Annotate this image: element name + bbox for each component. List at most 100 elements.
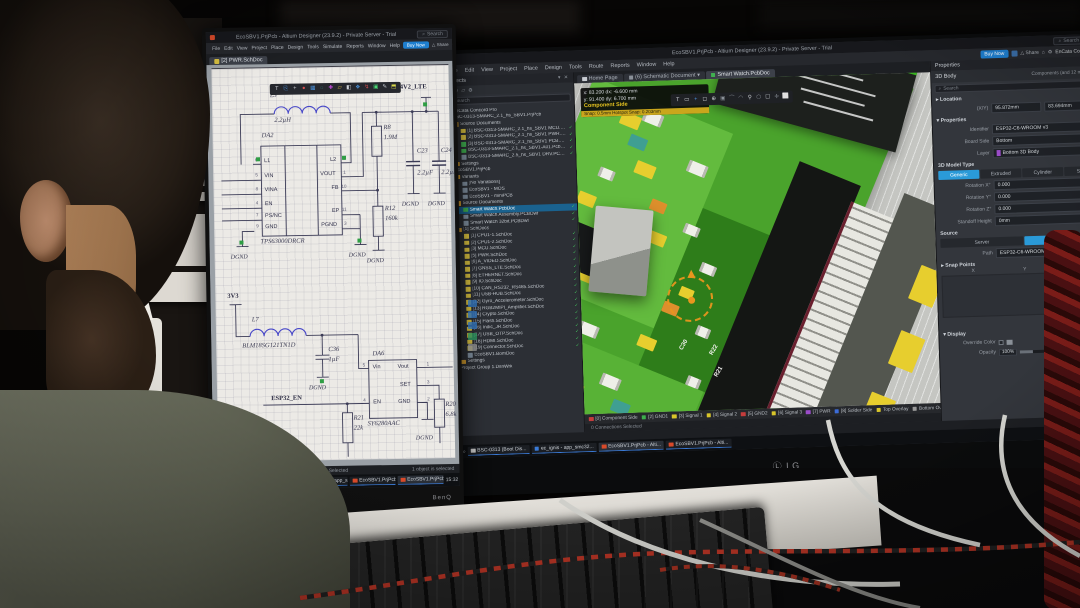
taskbar-app[interactable]: ec_ignis - app_smc32... [531,443,597,454]
menu-item[interactable]: Project [497,66,520,73]
document-icon [465,254,470,259]
titlebar-search[interactable]: ⌕ Search [1053,36,1080,45]
layer-tab[interactable]: [3] Signal 1 [672,413,703,419]
layer-tab[interactable]: [2] GND1 [642,414,669,420]
model-type-tab[interactable]: Cylinder [1022,167,1063,177]
location-x-field[interactable]: 95.872mm [991,102,1041,114]
toolbar-icon[interactable]: ▭ [683,95,691,104]
menu-item[interactable]: Window [634,61,660,68]
titlebar-search[interactable]: ⌕ Search [417,29,448,38]
person [0,0,400,608]
schematic-label: 1 [427,361,430,366]
layer-tab[interactable]: [0] Component Side [589,415,638,422]
check-icon: ✓ [569,124,575,130]
compile-icon[interactable]: ⚙ [468,87,473,93]
document-icon [465,260,470,265]
folder-icon[interactable]: ▱ [461,87,465,93]
share-button[interactable]: △ Share [1020,49,1039,56]
menu-item[interactable]: Place [521,65,541,72]
check-icon: ✓ [573,263,579,269]
document-icon [463,195,468,200]
schematic-label: DGND [416,435,433,441]
check-icon: ✓ [569,131,575,137]
toolbar-icon[interactable]: T [674,96,682,105]
compile-marker [423,102,427,106]
layer-color-swatch [589,417,594,422]
layer-color-swatch [997,150,1001,156]
schematic-label: GND [398,399,410,405]
layer-tab[interactable]: [7] PWR [806,409,831,415]
model-type-tab[interactable]: Extruded [980,168,1021,178]
layer-tab[interactable]: [6] Signal 3 [772,410,803,416]
toolbar-icon[interactable]: + [692,95,700,104]
gizmo-arrow-icon [687,266,695,278]
override-color-checkbox[interactable] [999,340,1004,345]
toolbar-icon[interactable]: ⌒ [728,94,736,103]
panel-thumb-icon [468,344,477,351]
menu-item[interactable]: Design [542,64,565,71]
home-icon[interactable]: ⌂ [1042,49,1045,55]
toolbar-icon[interactable]: ⚲ [746,93,754,102]
photo-scene: EcoSBV1.PrjPcb - Altium Designer (23.9.2… [0,0,1080,608]
menu-item[interactable]: Help [660,61,677,68]
override-color-swatch[interactable] [1007,339,1013,344]
toolbar-icon[interactable]: ⊕ [710,94,718,103]
toolbar-icon[interactable]: ⬜ [782,92,790,101]
right-monitor-screen: EcoSBV1.PrjPcb - Altium Designer (23.9.2… [441,34,1080,459]
layer-tab[interactable]: [4] Signal 2 [707,412,738,418]
braided-cable [1044,230,1080,608]
opacity-value: 100% [999,348,1017,356]
menu-item[interactable]: View [478,66,496,73]
account-label[interactable]: EnCata Concord Pro [1055,47,1080,54]
taskbar-app-icon [602,444,607,449]
taskbar-app[interactable]: EcoSBV1.PrjPcb - Alti... [599,441,665,452]
menu-item[interactable]: Route [586,63,607,70]
gear-icon[interactable]: ⚙ [452,41,456,47]
object-type: 3D Body [935,73,956,80]
person-shoulder [0,390,350,608]
layer-tab[interactable]: Top Overlay [876,407,908,413]
schematic-label: 2.2µF [417,169,433,176]
layer-tab[interactable]: Bottom Overla [912,405,940,411]
layer-tab[interactable]: [8] Solder Side [834,408,872,414]
toolbar-icon[interactable]: ◠ [737,94,745,103]
toolbar-icon[interactable]: ⬡ [755,93,763,102]
document-icon [466,293,471,298]
check-icon: ✓ [574,289,580,295]
check-icon: ✓ [569,138,575,144]
check-icon: ✓ [572,230,578,236]
comment-icon[interactable] [1011,50,1017,56]
buy-now-button[interactable]: Buy Now [403,41,429,48]
schematic-label: DGND [402,201,419,207]
check-icon: ✓ [573,269,579,275]
schematic-label: 3 [427,379,430,384]
toolbar-icon[interactable]: ☐ [764,93,772,102]
panel-edge-icons [462,300,482,470]
check-icon: ✓ [575,322,581,328]
check-icon: ✓ [574,276,580,282]
taskbar-app[interactable]: EcoSBV1.PrjPcb - Alti... [666,439,732,450]
layer-color-swatch [707,413,712,418]
toolbar-icon[interactable]: ◻ [701,95,709,104]
toolbar-icon[interactable]: ✛ [773,92,781,101]
document-icon [463,208,468,213]
model-type-tab[interactable]: Sphere [1064,166,1080,176]
toolbar-icon[interactable]: ▣ [719,94,727,103]
menu-item[interactable]: Edit [462,67,478,73]
taskbar-app[interactable]: EcoSBV1.PrjPcb - ... [398,475,444,485]
gear-icon[interactable]: ⚙ [1048,49,1053,55]
layer-tab[interactable]: [5] GND2 [741,411,768,417]
panel-header-icons[interactable]: ▾ ✕ [558,75,569,81]
share-button[interactable]: △ Share [432,41,449,47]
layer-color-swatch [642,415,647,420]
menu-item[interactable]: Reports [607,62,632,69]
menu-item[interactable]: Tools [566,64,585,71]
taskbar-app-icon [401,478,406,483]
buy-now-button[interactable]: Buy Now [980,49,1008,58]
selection-status: 1 object is selected [412,465,455,472]
model-type-tab[interactable]: Generic [938,170,979,180]
location-y-field[interactable]: 83.694mm [1044,100,1080,112]
layer-color-swatch [876,408,881,413]
document-icon [464,221,469,226]
check-icon: ✓ [574,283,580,289]
